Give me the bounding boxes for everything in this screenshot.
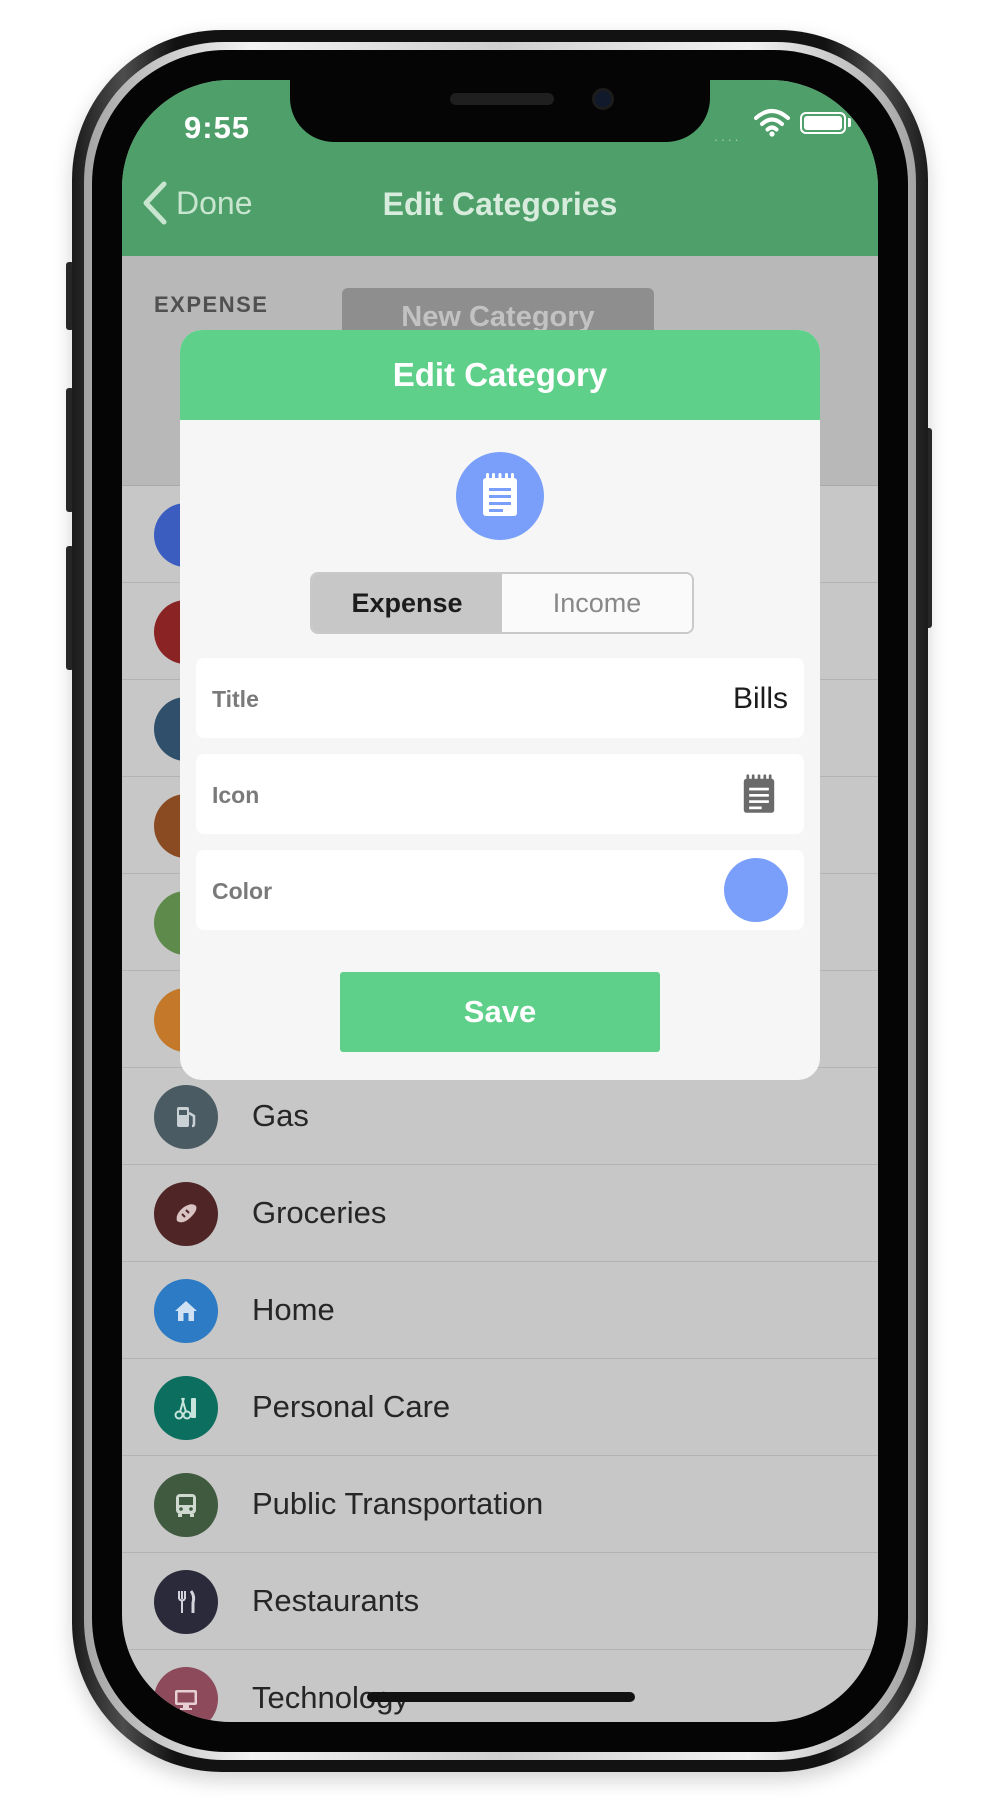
title-field-label: Title [212,686,259,712]
fork-knife-icon [178,1590,196,1613]
color-field[interactable]: Color [196,850,804,930]
category-icon [154,1182,218,1246]
title-field-value[interactable]: Bills [733,682,788,716]
edit-category-modal: Edit Category Expense Income Title Bills [180,330,820,1080]
icon-field[interactable]: Icon [196,754,804,834]
speaker [450,93,554,105]
section-label: EXPENSE [154,292,269,317]
category-icon [154,1376,218,1440]
list-item[interactable]: Restaurants [122,1553,878,1650]
battery-icon [800,112,846,134]
list-item[interactable]: Technology [122,1650,878,1722]
segment-expense[interactable]: Expense [312,574,502,632]
house-icon [175,1301,197,1321]
category-label: Home [252,1292,335,1327]
title-field[interactable]: Title Bills [196,658,804,738]
category-icon [154,1667,218,1722]
notepad-icon [483,473,517,516]
category-icon [154,1570,218,1634]
segment-income[interactable]: Income [502,574,692,632]
category-icon [154,1085,218,1149]
category-label: Personal Care [252,1389,451,1424]
notch [290,80,710,142]
category-icon [154,1279,218,1343]
modal-title: Edit Category [180,330,820,420]
signal-icon: .... [714,128,742,144]
battery-tip [848,118,851,127]
type-segmented-control: Expense Income [310,572,694,634]
monitor-icon [175,1690,197,1710]
category-icon [154,1473,218,1537]
fuel-pump-icon [177,1107,196,1128]
color-field-label: Color [212,878,273,904]
list-item[interactable]: Public Transportation [122,1456,878,1553]
list-item[interactable]: Personal Care [122,1359,878,1456]
category-label: Gas [252,1098,309,1133]
list-item[interactable]: Groceries [122,1165,878,1262]
scissors-icon [174,1397,196,1420]
category-label: Public Transportation [252,1486,544,1521]
phone-screen: 9:55 .... Done Edit Categories EXPENSE N… [122,80,878,1722]
category-preview [456,452,544,540]
page-title: Edit Categories [382,186,618,222]
list-item[interactable]: Home [122,1262,878,1359]
status-time: 9:55 [184,110,251,145]
camera [592,88,614,110]
save-button[interactable]: Save [340,972,660,1052]
category-label: Groceries [252,1195,387,1230]
home-indicator[interactable] [367,1692,635,1702]
list-item[interactable]: Gas [122,1068,878,1165]
bread-icon [176,1204,197,1223]
category-label: Restaurants [252,1583,420,1618]
notepad-icon[interactable] [742,772,776,816]
icon-field-label: Icon [212,782,260,808]
color-swatch[interactable] [724,858,788,922]
bus-icon [176,1494,196,1517]
wifi-icon [754,109,790,137]
